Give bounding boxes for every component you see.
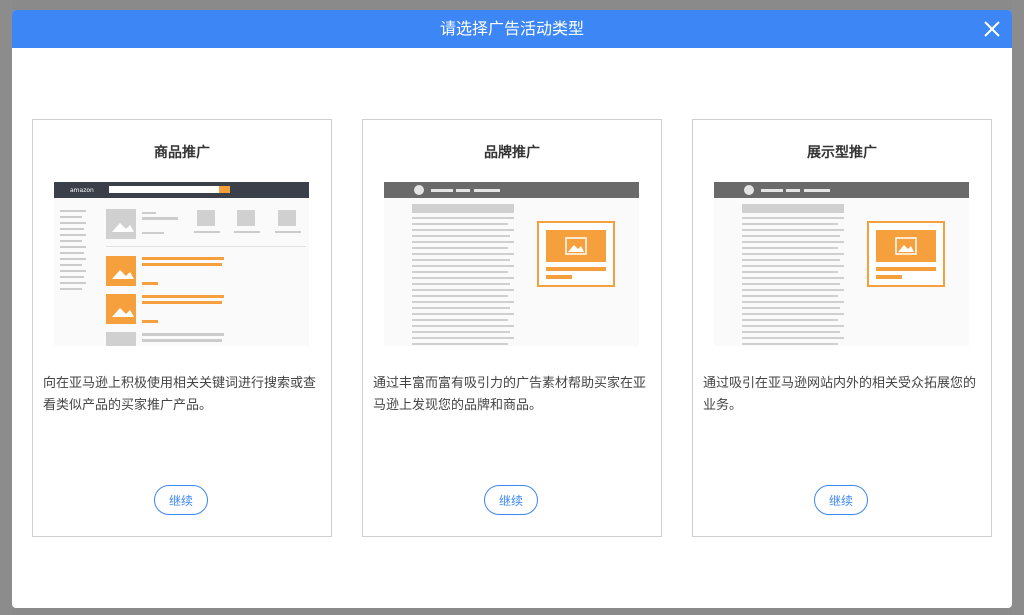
card-description: 向在亚马逊上积极使用相关关键词进行搜索或查看类似产品的买家推广产品。 [43, 376, 317, 413]
amazon-logo: amazon [70, 187, 94, 194]
card-description: 通过吸引在亚马逊网站内外的相关受众拓展您的业务。 [703, 376, 977, 413]
continue-button-sponsored-brands[interactable]: 继续 [484, 485, 538, 515]
card-sponsored-products[interactable]: 商品推广 amazon 向在亚马逊上积极使用相关关键词进行搜索或查看类似产品的买… [32, 119, 332, 537]
background-right-strip [1012, 0, 1024, 615]
sponsored-display-illustration [714, 182, 969, 346]
sponsored-brands-illustration [384, 182, 639, 346]
card-sponsored-display[interactable]: 展示型推广 通过吸引在亚马逊网站内外的相关受众拓展您的业务。 继续 [692, 119, 992, 537]
modal-header: 请选择广告活动类型 [12, 10, 1012, 48]
campaign-type-modal: 请选择广告活动类型 商品推广 amazon 向在亚马逊上积极使用相关关键词进行搜… [12, 10, 1012, 608]
continue-button-sponsored-products[interactable]: 继续 [154, 485, 208, 515]
card-sponsored-brands[interactable]: 品牌推广 通过丰富而富有吸引力的广告素材帮助买家在亚马逊上发现您的品牌和商品。 … [362, 119, 662, 537]
campaign-type-cards: 商品推广 amazon 向在亚马逊上积极使用相关关键词进行搜索或查看类似产品的买… [32, 119, 992, 537]
card-title: 品牌推广 [484, 145, 540, 161]
modal-title: 请选择广告活动类型 [439, 19, 584, 38]
close-icon[interactable] [982, 19, 1002, 39]
sponsored-products-illustration: amazon [54, 182, 309, 346]
card-description: 通过丰富而富有吸引力的广告素材帮助买家在亚马逊上发现您的品牌和商品。 [373, 376, 647, 413]
card-title: 商品推广 [154, 145, 210, 161]
background-left-strip [0, 0, 12, 615]
card-title: 展示型推广 [807, 145, 877, 161]
continue-button-sponsored-display[interactable]: 继续 [814, 485, 868, 515]
